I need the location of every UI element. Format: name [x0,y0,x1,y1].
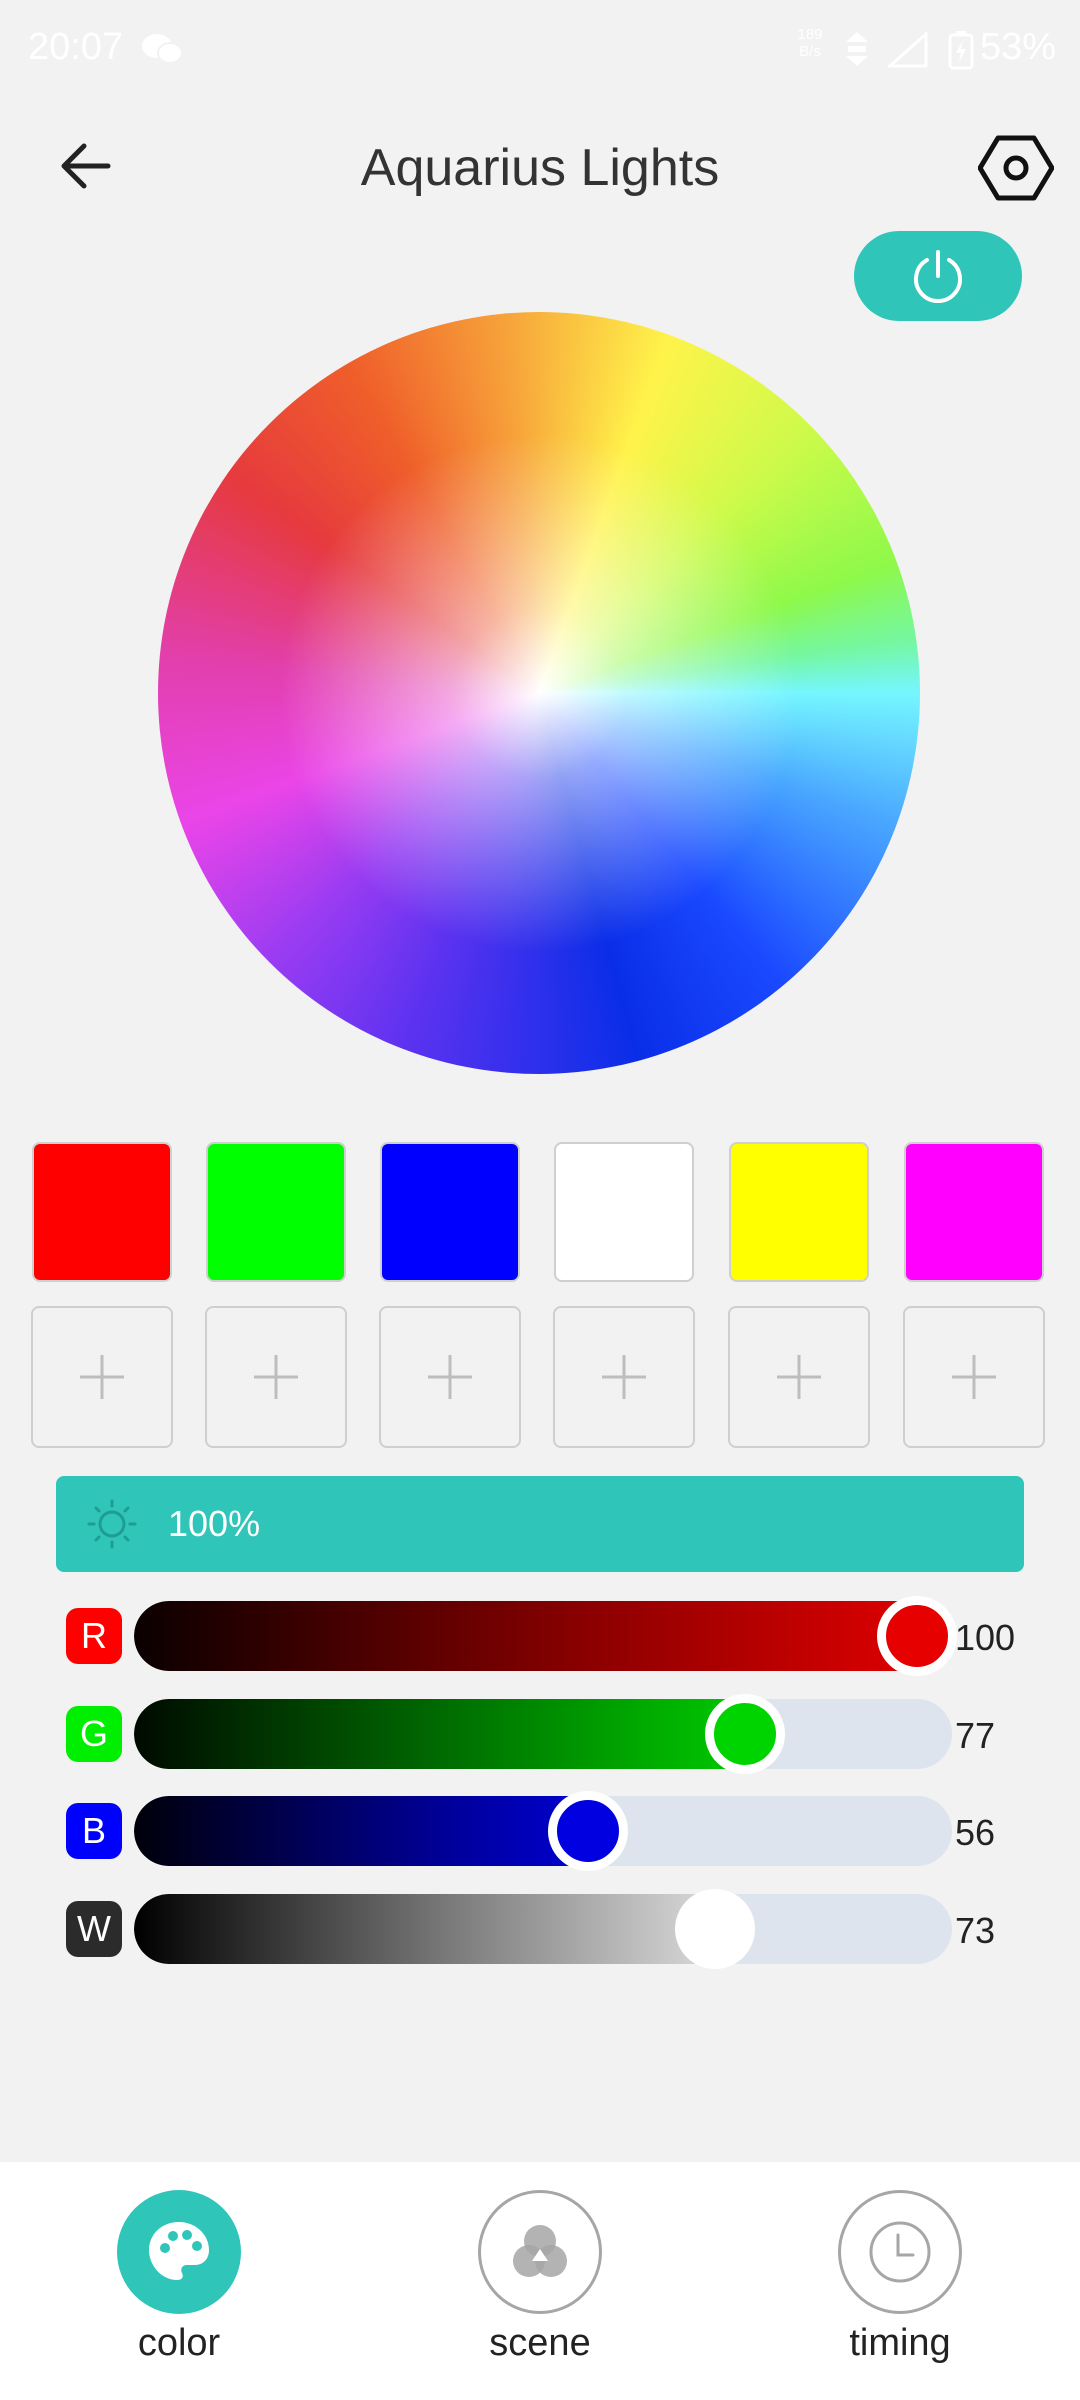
r-slider-fill [134,1601,952,1671]
add-custom-color-slot[interactable] [903,1306,1045,1448]
g-slider-track[interactable] [134,1699,952,1769]
g-slider-fill [134,1699,780,1769]
add-custom-color-slot[interactable] [379,1306,521,1448]
power-button[interactable] [854,231,1022,321]
preset-swatch[interactable] [380,1142,520,1282]
signal-icon [888,32,928,68]
nav-color-label: color [137,2322,221,2364]
plus-icon [602,1355,646,1399]
palette-icon [149,2222,209,2280]
sun-icon [87,1499,137,1549]
r-channel-badge: R [66,1608,122,1664]
plus-icon [254,1355,298,1399]
preset-swatch[interactable] [904,1142,1044,1282]
r-slider-track[interactable] [134,1601,952,1671]
preset-swatch[interactable] [554,1142,694,1282]
wechat-icon [142,34,183,64]
power-icon [914,250,962,304]
r-value: 100 [955,1617,1016,1658]
add-custom-color-slot[interactable] [728,1306,870,1448]
nav-color-button[interactable] [117,2190,241,2314]
preset-swatch[interactable] [729,1142,869,1282]
g-value: 77 [955,1715,996,1756]
add-custom-color-slot[interactable] [553,1306,695,1448]
settings-hex-icon[interactable] [978,130,1054,206]
nav-timing-button[interactable] [838,2190,962,2314]
preset-swatch[interactable] [32,1142,172,1282]
color-wheel-center [158,312,920,1074]
preset-swatch[interactable] [206,1142,346,1282]
nav-scene-button[interactable] [478,2190,602,2314]
battery-icon [948,31,974,70]
status-bar: 20:07 189 B/s 53% [0,0,1080,100]
w-channel-badge: W [66,1901,122,1957]
add-custom-color-slot[interactable] [205,1306,347,1448]
nav-scene-label: scene [489,2322,591,2364]
w-slider-thumb[interactable] [675,1889,756,1969]
plus-icon [952,1355,996,1399]
clock-icon [869,2221,931,2283]
w-value: 73 [955,1910,996,1951]
scene-icon [513,2225,567,2277]
b-channel-badge: B [66,1803,122,1859]
brightness-bar[interactable]: 100% [56,1476,1024,1572]
net-speed: 189 B/s [797,26,823,60]
add-custom-color-slot[interactable] [31,1306,173,1448]
data-arrows-icon [846,32,868,66]
status-time: 20:07 [28,26,124,68]
b-slider-thumb[interactable] [547,1791,628,1871]
plus-icon [777,1355,821,1399]
w-slider-track[interactable] [134,1894,952,1964]
plus-icon [80,1355,124,1399]
b-slider-track[interactable] [134,1796,952,1866]
r-slider-thumb[interactable] [877,1596,957,1676]
plus-icon [428,1355,472,1399]
g-slider-thumb[interactable] [704,1694,785,1774]
b-value: 56 [955,1812,996,1853]
battery-level: 53% [980,26,1057,68]
nav-timing-label: timing [849,2322,951,2364]
g-channel-badge: G [66,1706,122,1762]
page-title: Aquarius Lights [360,139,720,197]
w-slider-fill [134,1894,751,1964]
brightness-value: 100% [168,1503,261,1544]
